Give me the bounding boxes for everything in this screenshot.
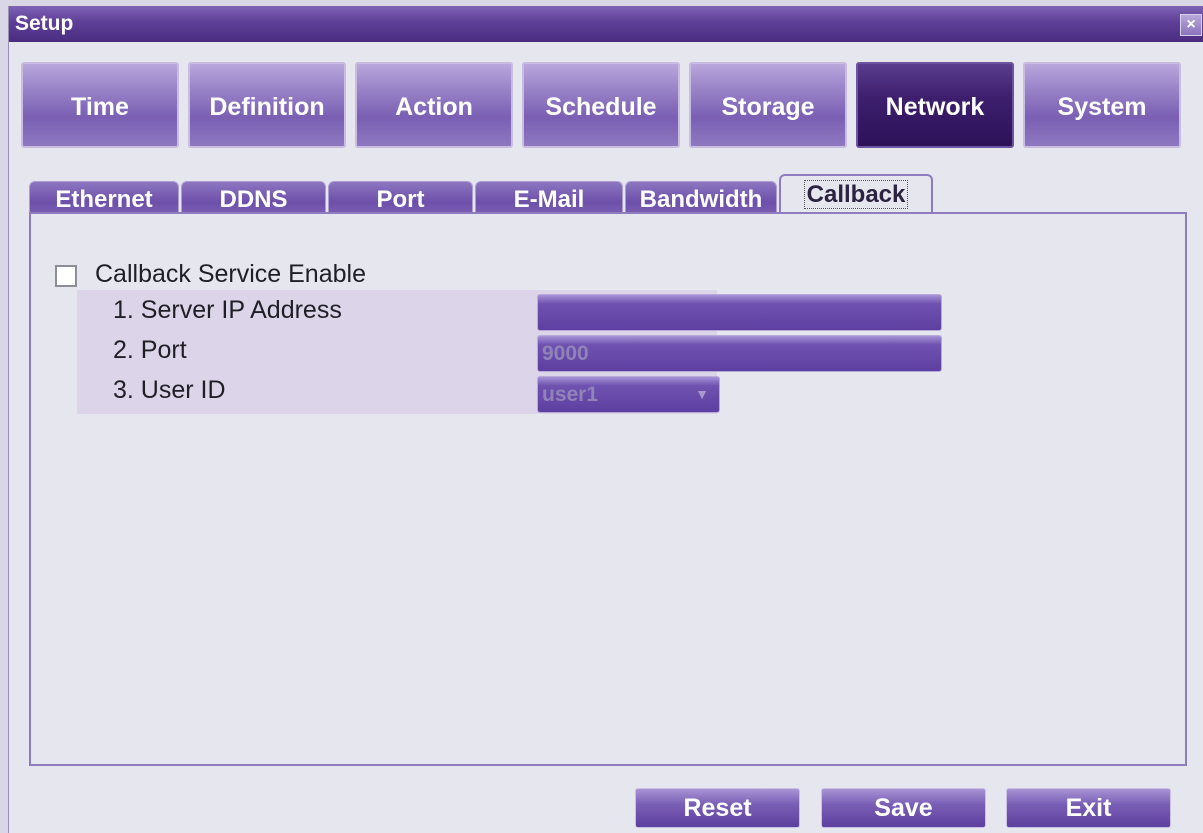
port-label: 2. Port xyxy=(113,336,187,364)
server-ip-row: 1. Server IP Address xyxy=(77,292,537,332)
user-id-label: 3. User ID xyxy=(113,376,226,404)
subtab-ethernet[interactable]: Ethernet xyxy=(29,181,179,216)
exit-button[interactable]: Exit xyxy=(1006,788,1171,828)
tab-schedule[interactable]: Schedule xyxy=(522,62,680,148)
subtab-callback[interactable]: Callback xyxy=(779,174,933,216)
tab-network[interactable]: Network xyxy=(856,62,1014,148)
server-ip-input[interactable] xyxy=(537,294,942,331)
close-icon[interactable]: × xyxy=(1180,14,1202,36)
tab-system[interactable]: System xyxy=(1023,62,1181,148)
port-input[interactable]: 9000 xyxy=(537,335,942,372)
user-id-select[interactable]: user1 ▼ xyxy=(537,376,720,413)
main-tab-bar: Time Definition Action Schedule Storage … xyxy=(21,62,1191,148)
subtab-email[interactable]: E-Mail xyxy=(475,181,623,216)
tab-storage[interactable]: Storage xyxy=(689,62,847,148)
port-row: 2. Port xyxy=(77,332,537,372)
setup-window: Setup × Time Definition Action Schedule … xyxy=(8,6,1203,833)
subtab-callback-label: Callback xyxy=(803,180,909,209)
user-id-row: 3. User ID xyxy=(77,372,537,412)
callback-enable-checkbox[interactable] xyxy=(55,265,77,287)
tab-action[interactable]: Action xyxy=(355,62,513,148)
subtab-bandwidth[interactable]: Bandwidth xyxy=(625,181,777,216)
subtab-port[interactable]: Port xyxy=(328,181,473,216)
window-title: Setup xyxy=(15,12,74,35)
callback-enable-label: Callback Service Enable xyxy=(95,260,366,288)
save-button[interactable]: Save xyxy=(821,788,986,828)
subtab-ddns[interactable]: DDNS xyxy=(181,181,326,216)
sub-tab-bar: Ethernet DDNS Port E-Mail Bandwidth Call… xyxy=(29,172,939,216)
tab-time[interactable]: Time xyxy=(21,62,179,148)
server-ip-label: 1. Server IP Address xyxy=(113,296,342,324)
callback-panel: Callback Service Enable 1. Server IP Add… xyxy=(29,212,1187,766)
tab-definition[interactable]: Definition xyxy=(188,62,346,148)
user-id-value: user1 xyxy=(542,383,599,406)
reset-button[interactable]: Reset xyxy=(635,788,800,828)
title-bar: Setup × xyxy=(9,6,1203,42)
chevron-down-icon: ▼ xyxy=(695,386,709,402)
